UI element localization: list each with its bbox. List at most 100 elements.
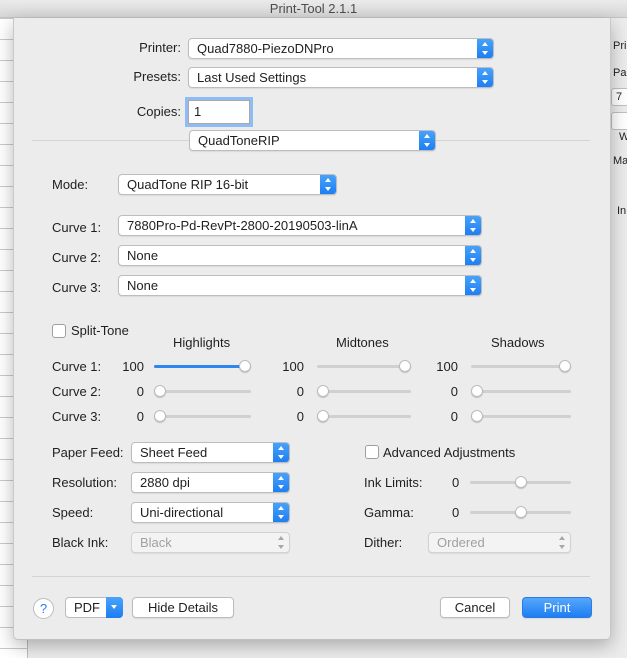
background-panel: Prir Pag 7 W Ma In bbox=[611, 18, 627, 658]
gamma-value: 0 bbox=[452, 505, 460, 520]
split-row-label: Curve 1: bbox=[52, 359, 102, 374]
split-value: 100 bbox=[436, 359, 458, 374]
gamma-knob[interactable] bbox=[514, 506, 527, 518]
pdf-label: PDF bbox=[74, 600, 100, 615]
speed-select[interactable]: Uni-directional bbox=[131, 502, 290, 523]
chevron-down-icon bbox=[106, 597, 123, 618]
bg-field: 7 bbox=[611, 88, 627, 106]
split-tone-label: Split-Tone bbox=[71, 323, 129, 338]
popup-stepper-icon bbox=[465, 246, 481, 265]
split-slider-knob[interactable] bbox=[471, 410, 483, 422]
split-value: 100 bbox=[282, 359, 304, 374]
advanced-checkbox[interactable] bbox=[365, 445, 379, 459]
resolution-value: 2880 dpi bbox=[140, 475, 190, 490]
hide-details-button[interactable]: Hide Details bbox=[132, 597, 234, 618]
highlights-header: Highlights bbox=[173, 335, 231, 350]
popup-stepper-icon bbox=[465, 276, 481, 295]
black-ink-value: Black bbox=[140, 535, 172, 550]
split-row-label: Curve 2: bbox=[52, 384, 102, 399]
help-button[interactable]: ? bbox=[33, 598, 54, 619]
pdf-menu-button[interactable]: PDF bbox=[65, 597, 123, 618]
split-value: 0 bbox=[450, 384, 458, 399]
shadows-header: Shadows bbox=[491, 335, 545, 350]
black-ink-label: Black Ink: bbox=[52, 535, 109, 550]
dither-label: Dither: bbox=[364, 535, 403, 550]
presets-value: Last Used Settings bbox=[197, 70, 307, 85]
paper-feed-label: Paper Feed: bbox=[52, 445, 124, 460]
popup-stepper-icon bbox=[477, 68, 493, 87]
split-slider-knob[interactable] bbox=[399, 360, 411, 372]
popup-stepper-icon bbox=[465, 216, 481, 235]
curve1-select[interactable]: 7880Pro-Pd-RevPt-2800-20190503-linA bbox=[118, 215, 482, 236]
panel-selector[interactable]: QuadToneRIP bbox=[189, 130, 436, 151]
split-slider-track[interactable] bbox=[317, 390, 411, 393]
popup-stepper-icon bbox=[419, 131, 435, 150]
split-slider-fill bbox=[154, 365, 251, 368]
popup-stepper-icon bbox=[273, 443, 289, 462]
copies-field[interactable]: 1 bbox=[188, 100, 250, 124]
black-ink-select[interactable]: Black bbox=[131, 532, 290, 553]
resolution-select[interactable]: 2880 dpi bbox=[131, 472, 290, 493]
popup-stepper-icon bbox=[273, 533, 289, 552]
split-row-label: Curve 3: bbox=[52, 409, 102, 424]
split-slider-knob[interactable] bbox=[317, 385, 329, 397]
cancel-button[interactable]: Cancel bbox=[440, 597, 510, 618]
split-slider-track[interactable] bbox=[154, 415, 251, 418]
resolution-label: Resolution: bbox=[52, 475, 118, 490]
mode-select[interactable]: QuadTone RIP 16-bit bbox=[118, 174, 337, 195]
split-slider-track[interactable] bbox=[471, 415, 571, 418]
panel-selector-value: QuadToneRIP bbox=[198, 133, 280, 148]
split-slider-track[interactable] bbox=[154, 390, 251, 393]
dither-select[interactable]: Ordered bbox=[428, 532, 571, 553]
curve3-value: None bbox=[127, 278, 159, 293]
popup-stepper-icon bbox=[320, 175, 336, 194]
split-slider-knob[interactable] bbox=[317, 410, 329, 422]
split-value: 100 bbox=[122, 359, 144, 374]
popup-stepper-icon bbox=[477, 39, 493, 58]
split-slider-track[interactable] bbox=[154, 365, 251, 368]
print-sheet: Printer: Quad7880-PiezoDNPro Presets: La… bbox=[13, 18, 611, 640]
printer-label: Printer: bbox=[139, 40, 181, 55]
presets-select[interactable]: Last Used Settings bbox=[188, 67, 494, 88]
split-slider-track[interactable] bbox=[317, 415, 411, 418]
split-slider-track[interactable] bbox=[317, 365, 411, 368]
advanced-label: Advanced Adjustments bbox=[383, 445, 516, 460]
split-slider-knob[interactable] bbox=[559, 360, 571, 372]
split-slider-knob[interactable] bbox=[154, 410, 166, 422]
print-button[interactable]: Print bbox=[522, 597, 592, 618]
paper-feed-value: Sheet Feed bbox=[140, 445, 208, 460]
copies-label: Copies: bbox=[136, 104, 181, 119]
split-slider-track[interactable] bbox=[471, 365, 571, 368]
curve1-label: Curve 1: bbox=[52, 220, 102, 235]
mode-value: QuadTone RIP 16-bit bbox=[127, 177, 249, 192]
mode-label: Mode: bbox=[52, 177, 89, 192]
ink-limits-knob[interactable] bbox=[514, 476, 527, 488]
ink-limits-value: 0 bbox=[452, 475, 460, 490]
split-value: 0 bbox=[450, 409, 458, 424]
split-slider-track[interactable] bbox=[471, 390, 571, 393]
gamma-label: Gamma: bbox=[364, 505, 414, 520]
split-value: 0 bbox=[136, 384, 144, 399]
footer-divider bbox=[32, 576, 590, 577]
bg-label: Pag bbox=[613, 67, 627, 79]
bg-label: W bbox=[619, 131, 627, 143]
popup-stepper-icon bbox=[273, 503, 289, 522]
curve3-select[interactable]: None bbox=[118, 275, 482, 296]
curve2-label: Curve 2: bbox=[52, 250, 102, 265]
speed-label: Speed: bbox=[52, 505, 94, 520]
popup-stepper-icon bbox=[273, 473, 289, 492]
split-tone-checkbox[interactable] bbox=[52, 324, 66, 338]
printer-select[interactable]: Quad7880-PiezoDNPro bbox=[188, 38, 494, 59]
speed-value: Uni-directional bbox=[140, 505, 224, 520]
curve2-select[interactable]: None bbox=[118, 245, 482, 266]
bg-label: Ma bbox=[613, 155, 627, 167]
midtones-header: Midtones bbox=[336, 335, 389, 350]
window-title: Print-Tool 2.1.1 bbox=[0, 0, 627, 18]
split-value: 0 bbox=[296, 409, 304, 424]
split-slider-knob[interactable] bbox=[154, 385, 166, 397]
split-slider-knob[interactable] bbox=[471, 385, 483, 397]
curve1-value: 7880Pro-Pd-RevPt-2800-20190503-linA bbox=[127, 218, 358, 233]
paper-feed-select[interactable]: Sheet Feed bbox=[131, 442, 290, 463]
split-slider-knob[interactable] bbox=[239, 360, 251, 372]
popup-stepper-icon bbox=[554, 533, 570, 552]
